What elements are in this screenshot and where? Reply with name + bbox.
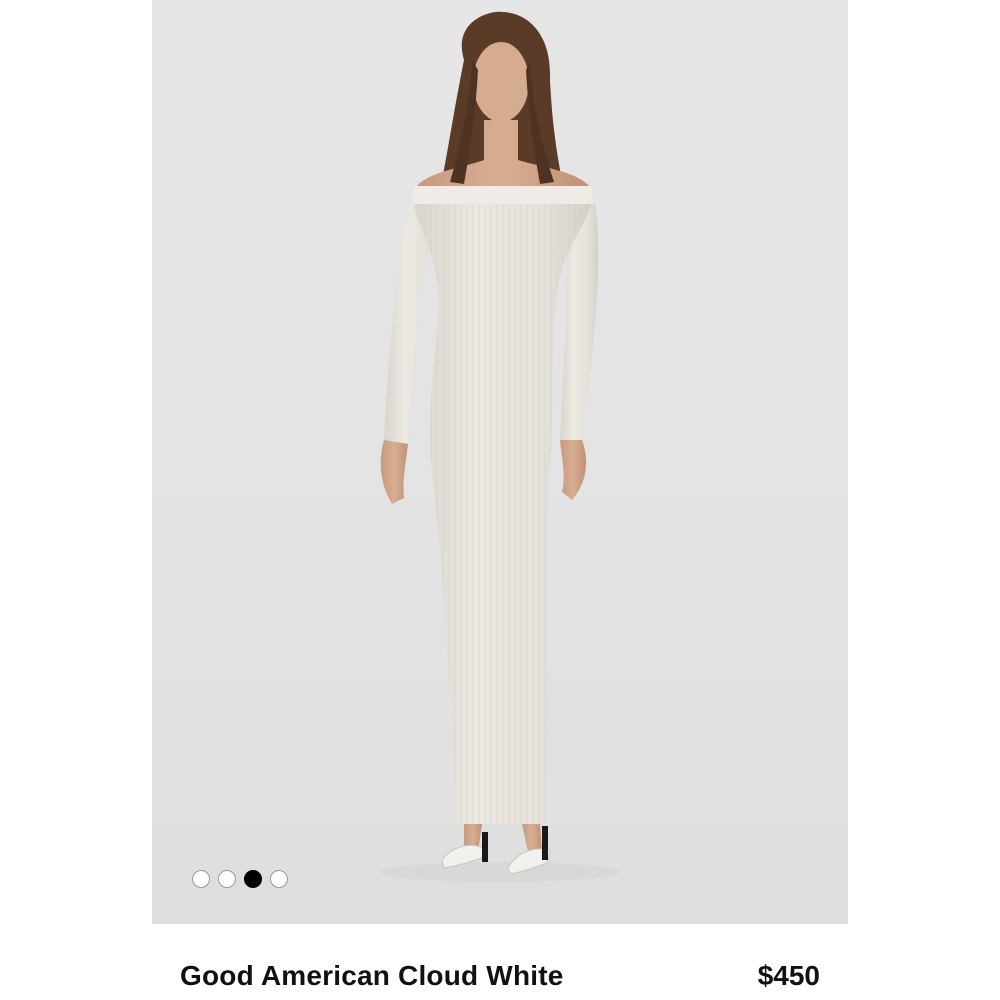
carousel-dot-2[interactable] bbox=[218, 870, 236, 888]
carousel-dot-1[interactable] bbox=[192, 870, 210, 888]
carousel-dot-3-active[interactable] bbox=[244, 870, 262, 888]
product-card: Good American Cloud White $450 bbox=[0, 0, 1000, 1000]
product-price: $450 bbox=[757, 960, 820, 991]
carousel-dot-4[interactable] bbox=[270, 870, 288, 888]
product-info: Good American Cloud White $450 bbox=[152, 924, 848, 1000]
product-title[interactable]: Good American Cloud White bbox=[180, 960, 564, 992]
carousel-dots bbox=[192, 870, 288, 888]
model-illustration bbox=[380, 11, 620, 882]
product-image[interactable] bbox=[152, 0, 848, 924]
